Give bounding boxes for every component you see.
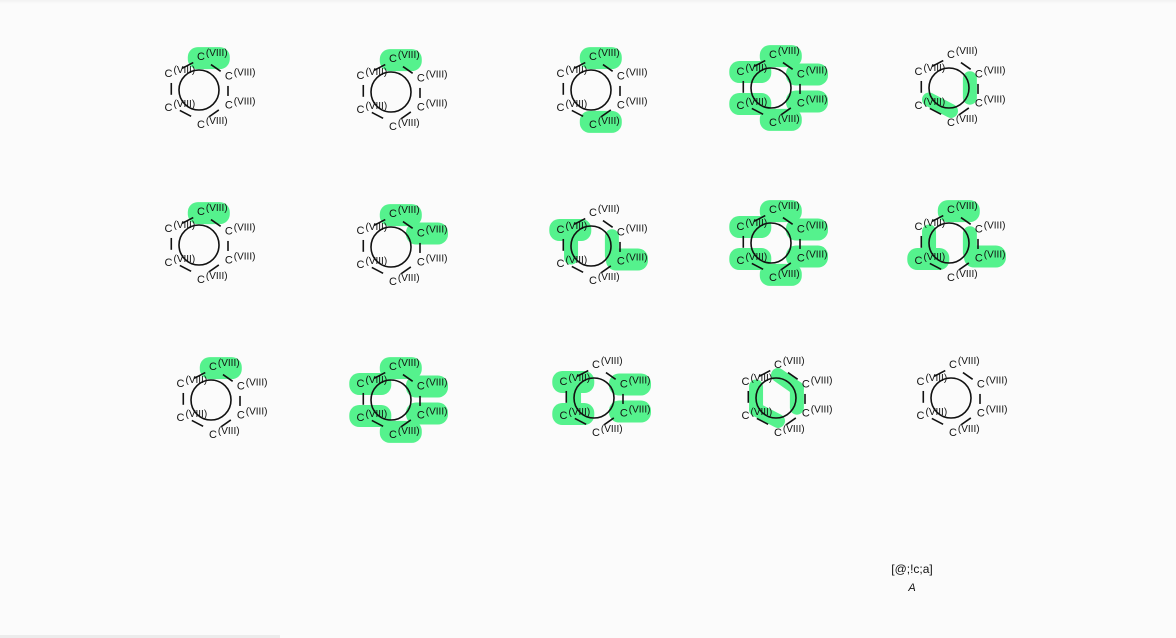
atom-label: C(VIII): [592, 356, 623, 371]
molecule-panel-4: C(VIII)C(VIII)C(VIII)C(VIII)C(VIII)C(VII…: [729, 45, 829, 131]
atom-label: C(VIII): [177, 409, 208, 424]
atom-label: C(VIII): [357, 101, 388, 116]
atom-label: C(VIII): [417, 253, 448, 268]
molecule-panel-2: C(VIII)C(VIII)C(VIII)C(VIII)C(VIII)C(VII…: [357, 49, 448, 133]
atom-label: C(VIII): [197, 116, 228, 131]
atom-label: C(VIII): [589, 204, 620, 219]
molecule-panel-14: C(VIII)C(VIII)C(VIII)C(VIII)C(VIII)C(VII…: [742, 356, 833, 439]
atom-label: C(VIII): [975, 221, 1006, 236]
atom-label: C(VIII): [225, 223, 256, 238]
bond: [179, 109, 192, 118]
atom-label: C(VIII): [592, 424, 623, 439]
bond: [371, 111, 384, 120]
molecule-panel-6: C(VIII)C(VIII)C(VIII)C(VIII)C(VIII)C(VII…: [165, 202, 256, 286]
atom-label: C(VIII): [225, 68, 256, 83]
atom-label: C(VIII): [617, 68, 648, 83]
bond: [191, 419, 204, 428]
molecule-panel-3: C(VIII)C(VIII)C(VIII)C(VIII)C(VIII)C(VII…: [557, 47, 648, 133]
atom-label: C(VIII): [774, 356, 805, 371]
atom-label: C(VIII): [557, 65, 588, 80]
bond: [179, 264, 192, 273]
atom-label: C(VIII): [977, 404, 1008, 419]
atom-label: C(VIII): [237, 406, 268, 421]
smarts-pattern: [@;!c;a]: [891, 562, 933, 576]
bond: [571, 109, 584, 118]
atom-label: C(VIII): [802, 404, 833, 419]
atom-label: C(VIII): [165, 254, 196, 269]
molecule-panel-9: C(VIII)C(VIII)C(VIII)C(VIII)C(VIII)C(VII…: [729, 200, 829, 286]
bond: [571, 265, 584, 274]
atom-label: C(VIII): [417, 70, 448, 85]
atom-label: C(VIII): [975, 94, 1006, 109]
atom-label: C(VIII): [357, 222, 388, 237]
atom-label: C(VIII): [165, 99, 196, 114]
atom-label: C(VIII): [389, 118, 420, 133]
atom-label: C(VIII): [617, 96, 648, 111]
bond: [371, 266, 384, 275]
atom-label: C(VIII): [917, 407, 948, 422]
molecule-panel-10: C(VIII)C(VIII)C(VIII)C(VIII)C(VIII)C(VII…: [907, 200, 1007, 284]
bond: [602, 219, 614, 228]
atom-label: C(VIII): [589, 272, 620, 287]
atom-label: C(VIII): [917, 373, 948, 388]
atom-label: C(VIII): [617, 224, 648, 239]
molecule-panel-13: C(VIII)C(VIII)C(VIII)C(VIII)C(VIII)C(VII…: [552, 356, 652, 439]
atom-label: C(VIII): [977, 376, 1008, 391]
atom-label: C(VIII): [357, 67, 388, 82]
atom-label: C(VIII): [949, 356, 980, 371]
atom-label: C(VIII): [947, 269, 978, 284]
bond: [962, 371, 974, 380]
atom-label: C(VIII): [237, 378, 268, 393]
atom-label: C(VIII): [357, 256, 388, 271]
molecule-panel-15: C(VIII)C(VIII)C(VIII)C(VIII)C(VIII)C(VII…: [917, 356, 1008, 439]
atom-label: C(VIII): [557, 255, 588, 270]
atom-label: C(VIII): [949, 424, 980, 439]
query-label: A: [908, 582, 916, 594]
molecule-panel-12: C(VIII)C(VIII)C(VIII)C(VIII)C(VIII)C(VII…: [349, 357, 449, 443]
molecule-panel-8: C(VIII)C(VIII)C(VIII)C(VIII)C(VIII)C(VII…: [549, 204, 649, 287]
atom-label: C(VIII): [165, 65, 196, 80]
atom-label: C(VIII): [197, 271, 228, 286]
molecule-grid-canvas: C(VIII) C(VIII) C(VIII) C(VIII) C(VIII) C(VII…: [0, 0, 1176, 638]
molecule-grid: C(VIII) C(VIII) C(VIII) C(VIII) C(VIII) C(VII…: [165, 45, 1008, 443]
molecule-panel-11: C(VIII)C(VIII)C(VIII)C(VIII)C(VIII)C(VII…: [177, 357, 268, 441]
atom-label: C(VIII): [774, 424, 805, 439]
atom-label: C(VIII): [389, 273, 420, 288]
atom-label: C(VIII): [225, 96, 256, 111]
query-caption: [@;!c;a] A: [870, 562, 954, 594]
atom-label: C(VIII): [975, 66, 1006, 81]
atom-label: C(VIII): [417, 98, 448, 113]
bond: [931, 417, 944, 426]
molecule-panel-5: C(VIII)C(VIII)C(VIII)C(VIII)C(VIII)C(VII…: [915, 46, 1006, 129]
molecule-panel-7: C(VIII)C(VIII)C(VIII)C(VIII)C(VIII)C(VII…: [357, 204, 449, 288]
atom-label: C(VIII): [947, 114, 978, 129]
atom-label: C(VIII): [209, 426, 240, 441]
atom-label: C(VIII): [557, 99, 588, 114]
atom-label: C(VIII): [915, 63, 946, 78]
atom-label: C(VIII): [177, 375, 208, 390]
bond: [960, 61, 972, 70]
atom-label: C(VIII): [225, 251, 256, 266]
atom-label: C(VIII): [802, 376, 833, 391]
atom-label: C(VIII): [947, 46, 978, 61]
molecule-panel-1: C(VIII)C(VIII)C(VIII)C(VIII)C(VIII)C(VII…: [165, 47, 256, 131]
atom-label: C(VIII): [165, 220, 196, 235]
